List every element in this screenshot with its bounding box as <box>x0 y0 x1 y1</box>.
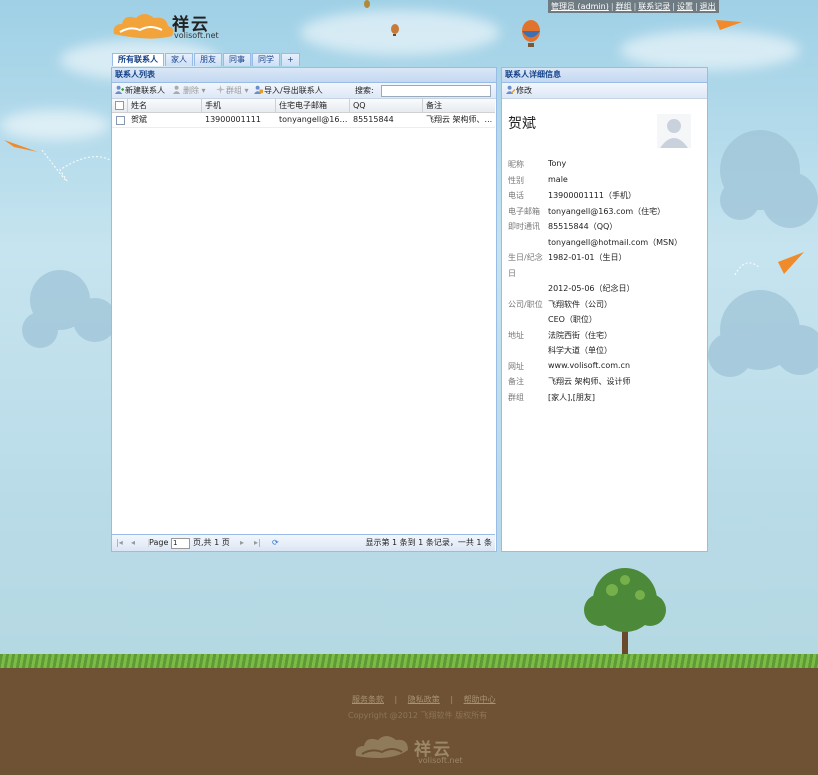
column-header-mobile[interactable]: 手机 <box>202 99 276 112</box>
tab-all-contacts[interactable]: 所有联系人 <box>112 53 164 66</box>
balloon-icon <box>522 20 540 47</box>
logout-link[interactable]: 退出 <box>700 2 716 11</box>
first-page-icon[interactable]: |◂ <box>116 535 123 551</box>
detail-label: 即时通讯 <box>508 222 540 231</box>
contact-name: 贺斌 <box>508 116 536 132</box>
detail-label: 备注 <box>508 377 524 386</box>
tab-classmates[interactable]: 同学 <box>252 53 280 66</box>
paper-plane-icon <box>778 252 804 274</box>
footer-logo-sub: volisoft.net <box>418 756 463 765</box>
balloon-icon <box>391 24 399 36</box>
next-page-icon[interactable]: ▸ <box>240 535 244 551</box>
logo-sub: volisoft.net <box>174 31 219 40</box>
import-export-icon <box>254 85 263 94</box>
detail-label: 日 <box>508 269 516 278</box>
cell-name: 贺斌 <box>131 115 147 124</box>
cell-qq: 85515844 <box>353 115 394 124</box>
delete-button[interactable]: 删除 ▾ <box>173 83 206 98</box>
copyright: Copyright @2012 飞翔软件 版权所有 <box>348 711 488 720</box>
group-icon <box>216 85 225 94</box>
detail-value: 科学大道（单位） <box>548 346 612 355</box>
detail-value: 85515844（QQ） <box>548 222 618 231</box>
footer-logo-icon <box>355 736 408 758</box>
settings-link[interactable]: 设置 <box>677 2 693 11</box>
detail-value: tonyangell@163.com（住宅） <box>548 207 666 216</box>
page-label: Page <box>149 538 169 547</box>
column-header-name[interactable]: 姓名 <box>128 99 202 112</box>
balloon-icon <box>364 0 370 8</box>
search-input[interactable] <box>381 85 491 97</box>
pager-summary: 显示第 1 条到 1 条记录，一共 1 条 <box>365 538 492 547</box>
tab-colleagues[interactable]: 同事 <box>223 53 251 66</box>
detail-label: 网址 <box>508 362 524 371</box>
detail-label: 地址 <box>508 331 524 340</box>
cell-mobile: 13900001111 <box>205 115 261 124</box>
panel-title: 联系人列表 <box>112 68 496 83</box>
detail-value: 飞翔软件（公司） <box>548 300 612 309</box>
import-export-button[interactable]: 导入/导出联系人 <box>254 83 323 98</box>
detail-label: 生日/纪念 <box>508 253 543 262</box>
admin-link[interactable]: 管理员 (admin) <box>551 2 609 11</box>
detail-value: CEO（职位） <box>548 315 597 324</box>
groups-link[interactable]: 群组 <box>616 2 632 11</box>
contact-detail-panel: 联系人详细信息 修改 贺斌 昵称 Tony 性别 male 电话 13900001111（… <box>501 67 708 552</box>
cell-email: tonyangell@163.c... <box>279 115 350 124</box>
detail-label: 电子邮箱 <box>508 207 540 216</box>
detail-value: 2012-05-06（纪念日） <box>548 284 635 293</box>
detail-label: 公司/职位 <box>508 300 543 309</box>
last-page-icon[interactable]: ▸| <box>254 535 261 551</box>
paper-plane-icon <box>716 20 742 30</box>
page-number-input[interactable]: 1 <box>171 538 190 549</box>
tab-add-group[interactable]: + <box>281 53 300 66</box>
detail-value: 飞翔云 架构师、设计师 <box>548 377 631 386</box>
column-header-qq[interactable]: QQ <box>350 99 423 112</box>
tab-friends[interactable]: 朋友 <box>194 53 222 66</box>
detail-label: 昵称 <box>508 160 524 169</box>
detail-value: 1982-01-01（生日） <box>548 253 627 262</box>
column-header-note[interactable]: 备注 <box>423 99 495 112</box>
detail-value: Tony <box>548 159 567 168</box>
prev-page-icon[interactable]: ◂ <box>131 535 135 551</box>
detail-value: 13900001111（手机） <box>548 191 636 200</box>
detail-value: tonyangell@hotmail.com（MSN） <box>548 238 683 247</box>
group-tabs: 所有联系人 家人 朋友 同事 同学 + <box>112 53 301 66</box>
group-button[interactable]: 群组 ▾ <box>216 83 249 98</box>
cell-note: 飞翔云 架构师、... <box>426 115 493 124</box>
edit-user-icon <box>506 85 515 94</box>
panel-title: 联系人详细信息 <box>502 68 707 83</box>
detail-label: 性别 <box>508 176 524 185</box>
detail-label: 电话 <box>508 191 524 200</box>
contact-list-panel: 联系人列表 新建联系人 删除 ▾ 群组 ▾ 导入/导出联系人 搜索: 姓名 手机… <box>111 67 497 552</box>
page-total: 页,共 1 页 <box>193 538 230 547</box>
column-header-email[interactable]: 住宅电子邮箱 <box>276 99 350 112</box>
detail-value: www.volisoft.com.cn <box>548 361 631 370</box>
grid-header: 姓名 手机 住宅电子邮箱 QQ 备注 <box>112 99 495 113</box>
select-all-checkbox[interactable] <box>115 101 124 110</box>
edit-button[interactable]: 修改 <box>506 83 532 98</box>
privacy-link[interactable]: 隐私政策 <box>408 695 440 704</box>
detail-value: [家人],[朋友] <box>548 393 596 402</box>
detail-value: male <box>548 175 568 184</box>
top-links: 管理员 (admin) | 群组 | 联系记录 | 设置 | 退出 <box>548 0 719 13</box>
tab-family[interactable]: 家人 <box>165 53 193 66</box>
table-row[interactable]: 贺斌 13900001111 tonyangell@163.c... 85515… <box>112 113 495 128</box>
avatar-icon <box>657 114 691 148</box>
list-toolbar: 新建联系人 删除 ▾ 群组 ▾ 导入/导出联系人 搜索: <box>112 83 496 99</box>
paper-plane-icon <box>4 140 38 152</box>
footer-links: 服务条款 | 隐私政策 | 帮助中心 <box>352 695 496 704</box>
help-link[interactable]: 帮助中心 <box>464 695 496 704</box>
select-all-cell <box>112 99 128 112</box>
search-label: 搜索: <box>355 86 374 95</box>
contact-records-link[interactable]: 联系记录 <box>638 2 670 11</box>
pager: |◂ ◂ | Page 1 页,共 1 页 ▸ ▸| ⟳ 显示第 1 条到 1 … <box>112 534 495 551</box>
detail-toolbar: 修改 <box>502 83 707 99</box>
detail-label: 群组 <box>508 393 524 402</box>
refresh-icon[interactable]: ⟳ <box>272 535 279 551</box>
row-checkbox[interactable] <box>116 116 125 125</box>
new-contact-button[interactable]: 新建联系人 <box>115 83 165 98</box>
terms-link[interactable]: 服务条款 <box>352 695 384 704</box>
detail-value: 法院西街（住宅） <box>548 331 612 340</box>
delete-user-icon <box>173 85 181 94</box>
add-user-icon <box>115 85 124 94</box>
